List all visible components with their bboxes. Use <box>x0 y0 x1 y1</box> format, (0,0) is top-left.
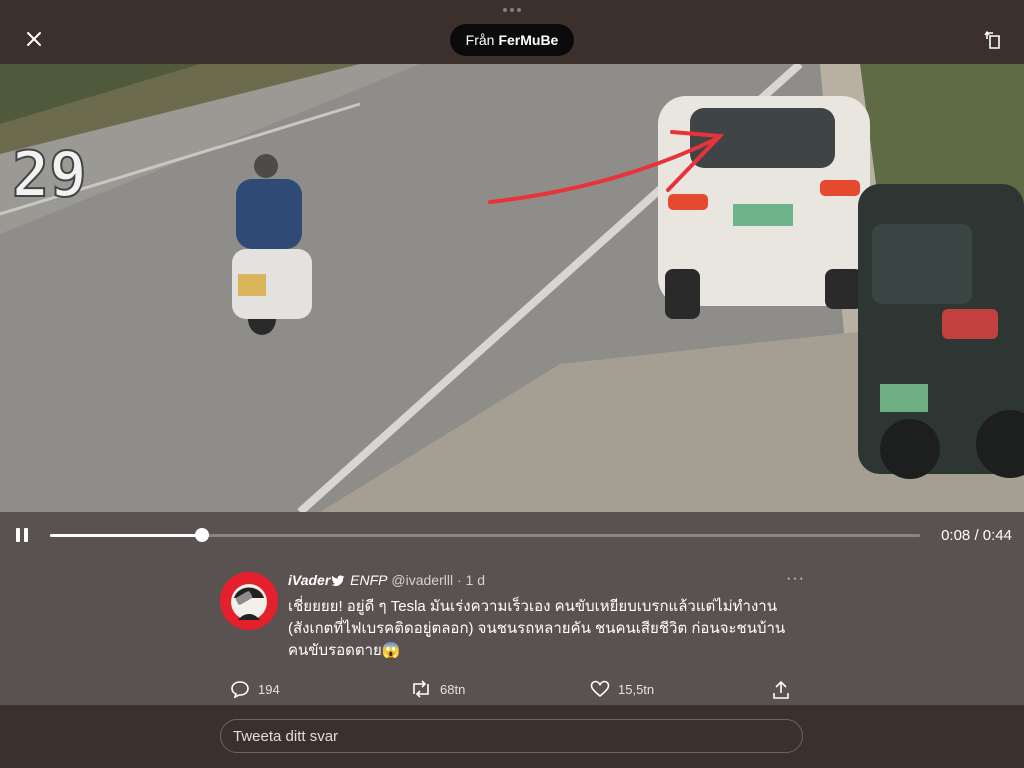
video-controls: 0:08 / 0:44 <box>0 512 1024 558</box>
time-display: 0:08 / 0:44 <box>941 527 1012 544</box>
display-name[interactable]: iVader <box>288 572 330 588</box>
video-timestamp-overlay: 29 <box>12 138 87 211</box>
rotate-screen-icon <box>984 30 1000 49</box>
source-account: FerMuBe <box>498 32 559 48</box>
total-duration: 0:44 <box>982 527 1012 544</box>
bottom-bar <box>0 705 1024 768</box>
retweet-button[interactable]: 68tn <box>410 680 465 698</box>
retweet-count: 68tn <box>440 681 466 697</box>
top-bar: Från FerMuBe <box>0 0 1024 64</box>
like-button[interactable]: 15,5tn <box>590 680 654 698</box>
reply-icon <box>231 681 249 698</box>
like-count: 15,5tn <box>618 681 655 697</box>
handle[interactable]: @ivaderlll <box>391 572 453 588</box>
retweet-icon <box>413 680 429 698</box>
tweet: iVader ENFP @ivaderlll · 1 d ··· เชี่ยยย… <box>0 558 1024 705</box>
sheet-grabber[interactable] <box>502 8 522 12</box>
source-pill[interactable]: Från FerMuBe <box>450 24 574 56</box>
tweet-text-line: (สังเกตที่ไฟเบรคติดอยู่ตลอก) จนชนรถหลายค… <box>288 620 786 637</box>
heart-icon <box>590 680 610 698</box>
avatar[interactable] <box>220 572 278 630</box>
tweet-age: · 1 d <box>456 572 485 588</box>
share-button[interactable] <box>771 680 791 700</box>
video-player[interactable]: 29 <box>0 64 1024 512</box>
tweet-header: iVader ENFP @ivaderlll · 1 d <box>288 572 485 588</box>
reply-count: 194 <box>258 681 280 697</box>
tesla-car <box>658 96 870 319</box>
close-icon <box>27 32 41 46</box>
pause-button[interactable] <box>14 528 30 544</box>
source-prefix: Från <box>465 32 495 48</box>
tweet-text-line: คนขับรอดตาย😱 <box>288 642 401 659</box>
tweet-text-line: เชี่ยยยย! อยู่ดี ๆ Tesla มันเร่งความเร็ว… <box>288 598 777 615</box>
elapsed-time: 0:08 <box>941 527 971 544</box>
progress-bar[interactable] <box>50 528 920 542</box>
progress-fill <box>50 534 203 537</box>
rotate-button[interactable] <box>982 28 1006 52</box>
share-icon <box>773 680 789 699</box>
tweet-text: เชี่ยยยย! อยู่ดี ๆ Tesla มันเร่งความเร็ว… <box>288 596 808 662</box>
mini-car <box>858 184 1024 479</box>
video-frame: 29 <box>0 64 1024 512</box>
progress-thumb[interactable] <box>195 528 210 542</box>
bird-icon <box>331 575 345 587</box>
more-options-button[interactable]: ··· <box>786 570 805 588</box>
tweet-actions: 194 68tn 15,5tn <box>230 680 800 702</box>
reply-input[interactable] <box>220 719 803 753</box>
profile-flair: ENFP <box>350 572 388 588</box>
reply-button[interactable]: 194 <box>230 680 280 698</box>
avatar-image <box>220 572 278 630</box>
close-button[interactable] <box>22 27 46 51</box>
